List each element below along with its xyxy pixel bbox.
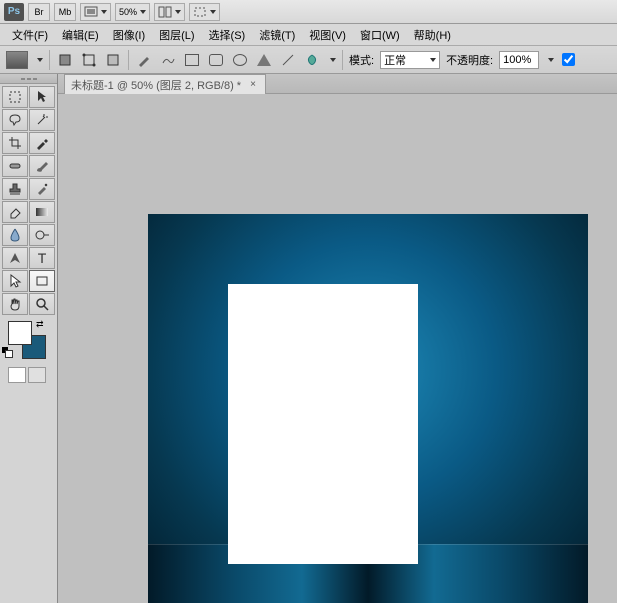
shape-options-arrow[interactable] bbox=[330, 58, 336, 62]
menu-help[interactable]: 帮助(H) bbox=[408, 25, 457, 45]
custom-shape[interactable] bbox=[303, 51, 321, 69]
white-rectangle-shape[interactable] bbox=[228, 284, 418, 564]
menu-file[interactable]: 文件(F) bbox=[6, 25, 54, 45]
zoom-tool[interactable] bbox=[29, 293, 55, 315]
viewport[interactable] bbox=[58, 94, 617, 603]
path-select-tool[interactable] bbox=[2, 270, 28, 292]
history-brush-tool[interactable] bbox=[29, 178, 55, 200]
stamp-tool[interactable] bbox=[2, 178, 28, 200]
menubar: 文件(F) 编辑(E) 图像(I) 图层(L) 选择(S) 滤镜(T) 视图(V… bbox=[0, 24, 617, 46]
crop-tool[interactable] bbox=[2, 132, 28, 154]
fill-pixels-mode[interactable] bbox=[104, 51, 122, 69]
menu-view[interactable]: 视图(V) bbox=[303, 25, 352, 45]
lasso-tool[interactable] bbox=[2, 109, 28, 131]
rect-shape[interactable] bbox=[183, 51, 201, 69]
default-colors-icon[interactable] bbox=[2, 347, 12, 357]
healing-tool[interactable] bbox=[2, 155, 28, 177]
rounded-rect-shape[interactable] bbox=[207, 51, 225, 69]
menu-layer[interactable]: 图层(L) bbox=[153, 25, 200, 45]
menu-image[interactable]: 图像(I) bbox=[107, 25, 151, 45]
app-logo: Ps bbox=[4, 3, 24, 21]
toolbox: T ⇄ bbox=[0, 74, 58, 603]
arrange-icon bbox=[158, 6, 172, 18]
menu-select[interactable]: 选择(S) bbox=[203, 25, 252, 45]
document-tab-title: 未标题-1 @ 50% (图层 2, RGB/8) * bbox=[71, 77, 241, 93]
rectangle-tool[interactable] bbox=[29, 270, 55, 292]
opacity-input[interactable]: 100% bbox=[499, 51, 539, 69]
titlebar: Ps Br Mb 50% bbox=[0, 0, 617, 24]
opacity-arrow[interactable] bbox=[548, 58, 554, 62]
polygon-shape[interactable] bbox=[255, 51, 273, 69]
brush-tool[interactable] bbox=[29, 155, 55, 177]
blend-mode-select[interactable]: 正常 bbox=[380, 51, 440, 69]
extras-icon bbox=[193, 6, 207, 18]
pen-tool[interactable] bbox=[2, 247, 28, 269]
opacity-value: 100% bbox=[503, 54, 531, 66]
foreground-color[interactable] bbox=[8, 321, 32, 345]
menu-edit[interactable]: 编辑(E) bbox=[56, 25, 105, 45]
marquee-tool[interactable] bbox=[2, 86, 28, 108]
dodge-tool[interactable] bbox=[29, 224, 55, 246]
zoom-value: 50% bbox=[119, 7, 137, 17]
zoom-dropdown[interactable]: 50% bbox=[115, 3, 150, 21]
move-tool[interactable] bbox=[29, 86, 55, 108]
minibridge-button[interactable]: Mb bbox=[54, 3, 76, 21]
pen-icon[interactable] bbox=[135, 51, 153, 69]
arrange-dropdown[interactable] bbox=[154, 3, 185, 21]
blur-tool[interactable] bbox=[2, 224, 28, 246]
hand-tool[interactable] bbox=[2, 293, 28, 315]
line-shape[interactable] bbox=[279, 51, 297, 69]
extras-dropdown[interactable] bbox=[189, 3, 220, 21]
menu-filter[interactable]: 滤镜(T) bbox=[253, 25, 301, 45]
screen-icon bbox=[84, 6, 98, 18]
blend-mode-value: 正常 bbox=[384, 52, 406, 68]
bridge-button[interactable]: Br bbox=[28, 3, 50, 21]
ellipse-shape[interactable] bbox=[231, 51, 249, 69]
screenmode-dropdown[interactable] bbox=[80, 3, 111, 21]
swap-colors-icon[interactable]: ⇄ bbox=[36, 319, 44, 330]
standard-mode[interactable] bbox=[8, 367, 26, 383]
mode-label: 模式: bbox=[349, 52, 374, 68]
color-swatches: ⇄ bbox=[0, 317, 57, 365]
toolbox-handle[interactable] bbox=[0, 74, 57, 84]
mask-mode-group bbox=[0, 365, 57, 385]
freeform-pen-icon[interactable] bbox=[159, 51, 177, 69]
shape-layer-mode[interactable] bbox=[56, 51, 74, 69]
options-bar: 模式: 正常 不透明度: 100% bbox=[0, 46, 617, 74]
document-tab[interactable]: 未标题-1 @ 50% (图层 2, RGB/8) * × bbox=[64, 74, 266, 94]
canvas-area: 未标题-1 @ 50% (图层 2, RGB/8) * × bbox=[58, 74, 617, 603]
quickmask-mode[interactable] bbox=[28, 367, 46, 383]
opacity-label: 不透明度: bbox=[446, 52, 493, 68]
eyedropper-tool[interactable] bbox=[29, 132, 55, 154]
path-mode[interactable] bbox=[80, 51, 98, 69]
close-document-icon[interactable]: × bbox=[247, 79, 259, 91]
magic-wand-tool[interactable] bbox=[29, 109, 55, 131]
tool-preset-swatch[interactable] bbox=[6, 51, 28, 69]
eraser-tool[interactable] bbox=[2, 201, 28, 223]
tool-preset-arrow[interactable] bbox=[37, 58, 43, 62]
type-tool[interactable]: T bbox=[29, 247, 55, 269]
antialias-checkbox[interactable] bbox=[562, 53, 575, 66]
gradient-tool[interactable] bbox=[29, 201, 55, 223]
menu-window[interactable]: 窗口(W) bbox=[354, 25, 406, 45]
